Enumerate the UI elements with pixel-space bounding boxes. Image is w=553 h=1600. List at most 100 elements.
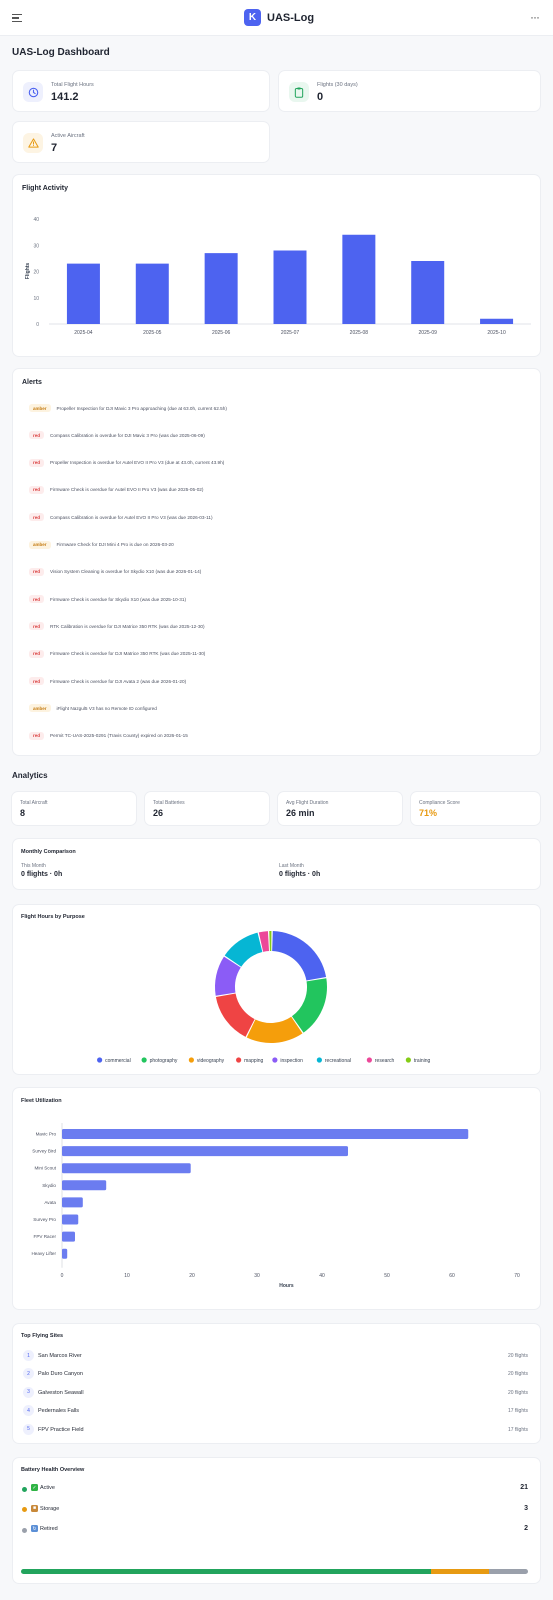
alert-item[interactable]: red Vision System Cleaning is overdue for… [29, 567, 201, 577]
legend-label: videography [197, 1058, 225, 1064]
battery-status-label: Storage [40, 1505, 60, 1512]
alert-text: Firmware Check is overdue for DJI Avata … [50, 678, 187, 684]
alert-item[interactable]: red Permit TC-UAS-2025-0291 (Travis Count… [29, 731, 188, 741]
x-tick-label: 10 [124, 1273, 130, 1279]
site-name: FPV Practice Field [38, 1426, 84, 1433]
x-tick-label: 2025-05 [143, 330, 162, 336]
pie-slice-photography[interactable] [291, 978, 327, 1033]
site-list-item[interactable]: 3 Galveston Seawall 20 flights [23, 1386, 528, 1399]
activity-bar[interactable] [411, 261, 445, 324]
pie-slice-mapping[interactable] [215, 993, 255, 1037]
metric-value: 26 [153, 808, 164, 818]
fleet-bar[interactable] [62, 1214, 79, 1225]
brand[interactable]: K UAS-Log [244, 9, 314, 26]
category-label: Skydio [42, 1183, 56, 1188]
legend-label: research [375, 1058, 395, 1064]
activity-bar[interactable] [342, 234, 376, 324]
fleet-bar[interactable] [62, 1163, 191, 1174]
activity-bar[interactable] [135, 263, 169, 324]
x-tick-label: 30 [254, 1273, 260, 1279]
category-label: Mavic Pro [36, 1132, 57, 1137]
alert-item[interactable]: amber Firmware Check for DJI Mini 4 Pro i… [29, 540, 174, 550]
site-flight-count: 17 flights [507, 1426, 528, 1433]
stat-value: 0 [317, 91, 324, 103]
battery-status-count: 2 [524, 1525, 528, 1532]
stat-label: Total Flight Hours [51, 82, 94, 88]
x-tick-label: 40 [319, 1273, 325, 1279]
activity-bar[interactable] [204, 253, 238, 324]
fleet-bar[interactable] [62, 1248, 68, 1259]
legend-swatch [97, 1057, 103, 1063]
fleet-bar[interactable] [62, 1231, 75, 1242]
activity-bar[interactable] [66, 263, 100, 324]
alert-item[interactable]: red Compass Calibration is overdue for DJ… [29, 430, 205, 440]
fleet-bar[interactable] [62, 1129, 469, 1139]
alert-text: Vision System Cleaning is overdue for Sk… [50, 569, 202, 575]
activity-bar[interactable] [273, 250, 307, 325]
battery-status-count: 21 [520, 1484, 528, 1491]
purpose-donut-chart: commercial photography videography mapping i… [97, 931, 430, 1064]
legend-label: photography [150, 1058, 178, 1064]
site-flight-count: 20 flights [507, 1389, 528, 1396]
site-name: Pedernales Falls [38, 1408, 79, 1415]
site-name: San Marcos River [38, 1353, 82, 1359]
alert-severity-badge: red [29, 677, 45, 685]
top-sites-card: Top Flying Sites 1 San Marcos River 20 fli… [12, 1323, 541, 1444]
stat-value: 7 [51, 142, 58, 154]
fleet-bar[interactable] [62, 1180, 107, 1191]
site-list-item[interactable]: 1 San Marcos River 20 flights [23, 1350, 528, 1362]
y-axis-label: Flights [25, 263, 31, 280]
app-logo: K [244, 9, 261, 26]
status-dot [22, 1507, 27, 1512]
alert-severity-badge: red [29, 458, 45, 467]
category-label: FPV Racer [34, 1234, 57, 1239]
site-list-item[interactable]: 5 FPV Practice Field 17 flights [23, 1423, 528, 1436]
metric-value: 26 min [286, 808, 315, 818]
legend-label: mapping [244, 1058, 263, 1064]
alert-text: Propeller Inspection is overdue for Aute… [50, 460, 225, 466]
battery-status-label: Retired [40, 1526, 58, 1532]
alert-item[interactable]: red Compass Calibration is overdue for Au… [29, 512, 213, 522]
analytics-card-avg-flight-duration: Avg Flight Duration 26 min [277, 791, 403, 826]
battery-status-label: Active [40, 1485, 55, 1491]
section-title: Monthly Comparison [21, 849, 76, 855]
alert-severity-badge: red [29, 431, 45, 440]
pie-slice-videography[interactable] [246, 1016, 303, 1043]
alert-item[interactable]: red RTK Calibration is overdue for DJI Ma… [29, 621, 205, 631]
alert-item[interactable]: red Firmware Check is overdue for DJI Mat… [29, 649, 205, 659]
pie-slice-training[interactable] [269, 931, 272, 952]
more-horizontal-icon[interactable]: ··· [530, 10, 540, 24]
alert-severity-badge: red [29, 622, 45, 631]
legend-swatch [188, 1057, 194, 1063]
activity-bar[interactable] [480, 318, 514, 324]
alert-item[interactable]: red Propeller Inspection is overdue for A… [29, 458, 224, 468]
alert-item[interactable]: red Firmware Check is overdue for Skydio … [29, 594, 186, 604]
site-list-item[interactable]: 4 Pedernales Falls 17 flights [23, 1405, 528, 1417]
hamburger-menu-icon[interactable] [12, 14, 22, 22]
alerts-card: Alerts amber Propeller Inspection for DJI… [12, 368, 541, 756]
alert-severity-badge: amber [29, 540, 51, 549]
purpose-chart-card: Flight Hours by Purpose commercial photog… [12, 904, 541, 1075]
alert-severity-badge: red [29, 731, 45, 740]
alert-item[interactable]: amber Propeller Inspection for DJI Mavic … [29, 403, 227, 413]
x-axis-label: Hours [279, 1283, 294, 1289]
x-tick-label: 2025-09 [419, 330, 438, 336]
alert-severity-badge: red [29, 595, 45, 604]
alert-item[interactable]: amber iFlight Nazgul5 V3 has no Remote ID… [29, 703, 157, 713]
stat-label: Active Aircraft [51, 133, 85, 139]
fleet-bar[interactable] [62, 1197, 83, 1208]
fleet-bar[interactable] [62, 1146, 348, 1157]
check-box-icon: ✓ [31, 1484, 38, 1491]
alert-severity-badge: red [29, 567, 45, 576]
analytics-card-total-aircraft: Total Aircraft 8 [11, 791, 137, 826]
pie-slice-commercial[interactable] [272, 931, 327, 981]
metric-label: Avg Flight Duration [286, 800, 329, 806]
site-flight-count: 20 flights [507, 1371, 528, 1378]
battery-health-bar [21, 1569, 528, 1574]
alert-text: Firmware Check is overdue for Skydio X10… [50, 596, 187, 602]
alert-text: Permit TC-UAS-2025-0291 (Travis County) … [50, 733, 188, 739]
alert-item[interactable]: red Firmware Check is overdue for DJI Ava… [29, 676, 186, 686]
site-list-item[interactable]: 2 Palo Duro Canyon 20 flights [23, 1368, 528, 1380]
alert-item[interactable]: red Firmware Check is overdue for Autel E… [29, 485, 203, 495]
package-icon: ■ [31, 1504, 38, 1512]
